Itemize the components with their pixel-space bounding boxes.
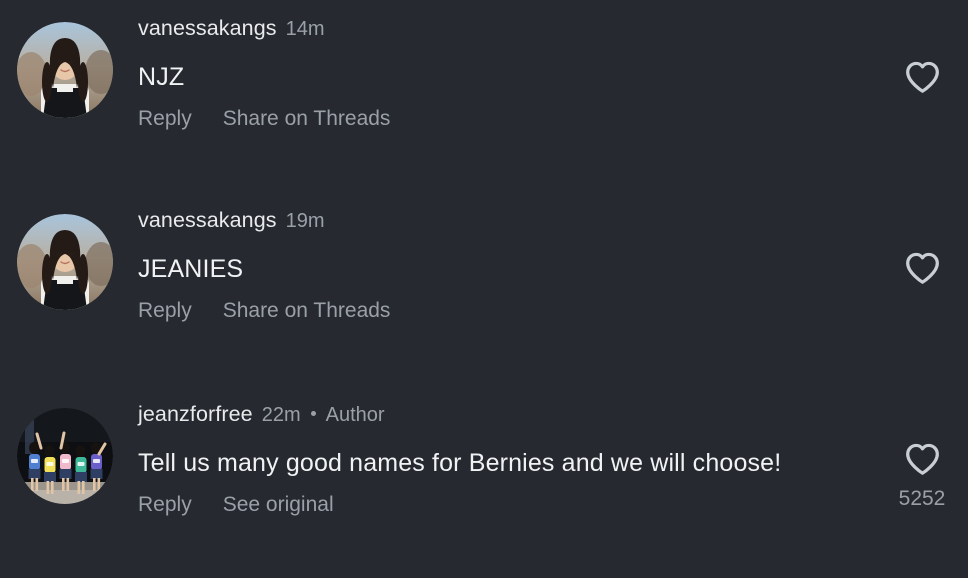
comment-body: vanessakangs 19m JEANIES Reply Share on … [113,209,968,321]
comment-item-jeanzforfree[interactable]: jeanzforfree 22m Author Tell us many goo… [0,403,968,515]
comment-actions: Reply Share on Threads [138,108,968,129]
comment-username[interactable]: vanessakangs [138,17,277,40]
secondary-action-button[interactable]: Share on Threads [223,108,391,129]
avatar-image [17,408,113,504]
avatar-vanessakangs[interactable] [17,214,113,310]
heart-outline-icon[interactable] [904,60,941,94]
heart-outline-icon[interactable] [904,251,941,285]
like-count: 5252 [898,487,946,510]
comment-username[interactable]: jeanzforfree [138,403,253,426]
comment-timestamp: 19m [285,210,325,232]
reply-button[interactable]: Reply [138,300,192,321]
comment-meta: vanessakangs 19m [138,209,968,236]
comment-timestamp: 14m [285,18,325,40]
comment-item-vanessakangs[interactable]: vanessakangs 14m NJZ Reply Share on Thre… [0,17,968,129]
separator-dot-icon [310,411,316,416]
like-control[interactable] [884,60,960,94]
comment-actions: Reply See original [138,494,968,515]
avatar-jeanzforfree[interactable] [17,408,113,504]
comment-meta: vanessakangs 14m [138,17,968,44]
comment-text: Tell us many good names for Bernies and … [138,449,782,477]
comment-text: JEANIES [138,255,244,283]
avatar-image [17,214,113,310]
heart-outline-icon[interactable] [904,442,941,476]
comment-thread: vanessakangs 14m NJZ Reply Share on Thre… [0,0,968,578]
comment-text: NJZ [138,63,185,91]
secondary-action-button[interactable]: Share on Threads [223,300,391,321]
like-control[interactable]: 5252 [884,442,960,511]
author-badge: Author [325,404,385,426]
reply-button[interactable]: Reply [138,494,192,515]
reply-button[interactable]: Reply [138,108,192,129]
avatar-vanessakangs[interactable] [17,22,113,118]
comment-actions: Reply Share on Threads [138,300,968,321]
comment-body: vanessakangs 14m NJZ Reply Share on Thre… [113,17,968,129]
comment-meta: jeanzforfree 22m Author [138,403,968,430]
like-control[interactable] [884,251,960,285]
secondary-action-button[interactable]: See original [223,494,334,515]
comment-item-vanessakangs[interactable]: vanessakangs 19m JEANIES Reply Share on … [0,209,968,321]
comment-timestamp: 22m [261,404,301,426]
comment-username[interactable]: vanessakangs [138,209,277,232]
comment-body: jeanzforfree 22m Author Tell us many goo… [113,403,968,515]
avatar-image [17,22,113,118]
